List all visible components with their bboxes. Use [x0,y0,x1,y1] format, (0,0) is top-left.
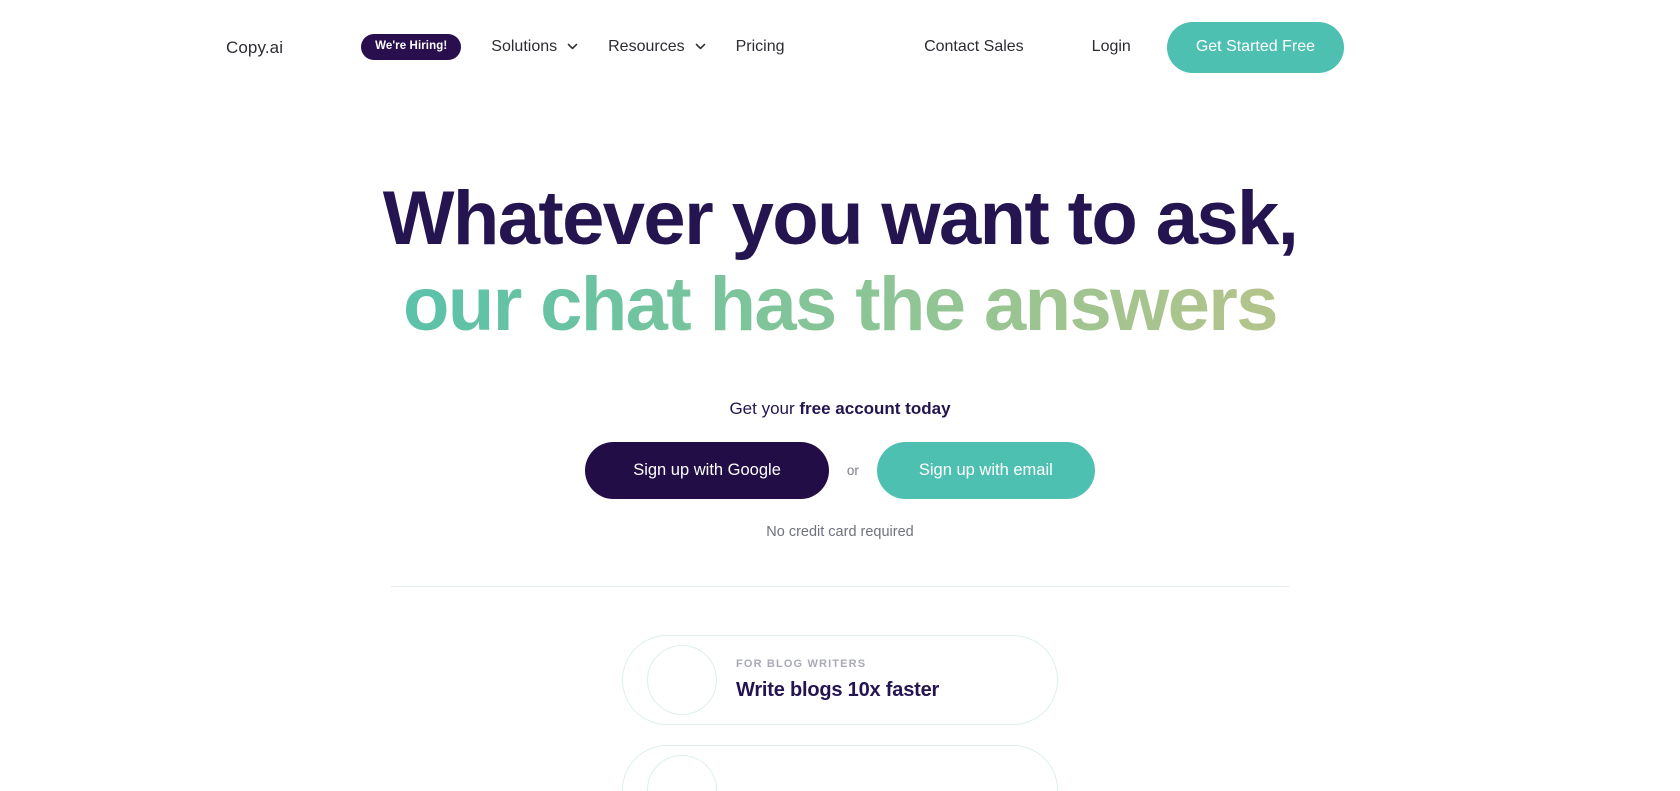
hero-subheading-prefix: Get your [729,398,800,418]
headline-line-2: our chat has the answers [0,265,1680,344]
card-eyebrow-label: For blog writers [736,657,867,670]
sign-up-with-email-button[interactable]: Sign up with email [876,441,1095,500]
hero-subheading: Get your free account today [0,400,1680,417]
card-avatar-placeholder-icon [647,754,717,791]
signup-button-row: Sign up with Google or Sign up with emai… [0,441,1680,500]
section-divider [391,585,1289,587]
nav-links: Solutions Resources Pricing [491,29,784,65]
page-root: Copy.ai We're Hiring! Solutions Resource… [0,0,1680,791]
hiring-badge[interactable]: We're Hiring! [361,33,462,61]
sign-up-with-google-button[interactable]: Sign up with Google [585,441,829,500]
card-text-block: For blog writers Write blogs 10x faster [736,657,940,701]
nav-item-resources[interactable]: Resources [608,29,705,65]
card-avatar-placeholder-icon [647,644,717,715]
chevron-down-icon [567,41,578,52]
nav-item-pricing[interactable]: Pricing [736,29,785,65]
feature-card-next-partial[interactable] [622,744,1058,791]
get-started-free-button[interactable]: Get Started Free [1166,21,1344,73]
nav-item-pricing-label: Pricing [735,38,785,55]
navbar: Copy.ai We're Hiring! Solutions Resource… [0,0,1680,94]
feature-card-list: For blog writers Write blogs 10x faster [391,634,1289,791]
nav-item-resources-label: Resources [608,38,685,55]
chevron-down-icon [695,41,706,52]
card-title-label: Write blogs 10x faster [736,678,940,701]
hero-section: Whatever you want to ask, our chat has t… [0,94,1680,791]
nav-right-group: Contact Sales Login Get Started Free [924,0,1344,94]
no-credit-card-note: No credit card required [766,524,914,541]
nav-item-contact-sales[interactable]: Contact Sales [924,39,1024,55]
nav-left-group: Copy.ai We're Hiring! Solutions Resource… [226,0,785,94]
hero-subheading-bold: free account today [799,398,951,418]
nav-item-login[interactable]: Login [1092,39,1131,55]
feature-card-blog-writers[interactable]: For blog writers Write blogs 10x faster [622,634,1058,725]
or-separator-label: or [846,462,859,478]
nav-item-solutions-label: Solutions [491,38,558,55]
nav-item-solutions[interactable]: Solutions [491,29,578,65]
page-title: Whatever you want to ask, our chat has t… [0,176,1680,345]
logo-copyai[interactable]: Copy.ai [226,39,283,56]
headline-line-1: Whatever you want to ask, [382,176,1299,261]
